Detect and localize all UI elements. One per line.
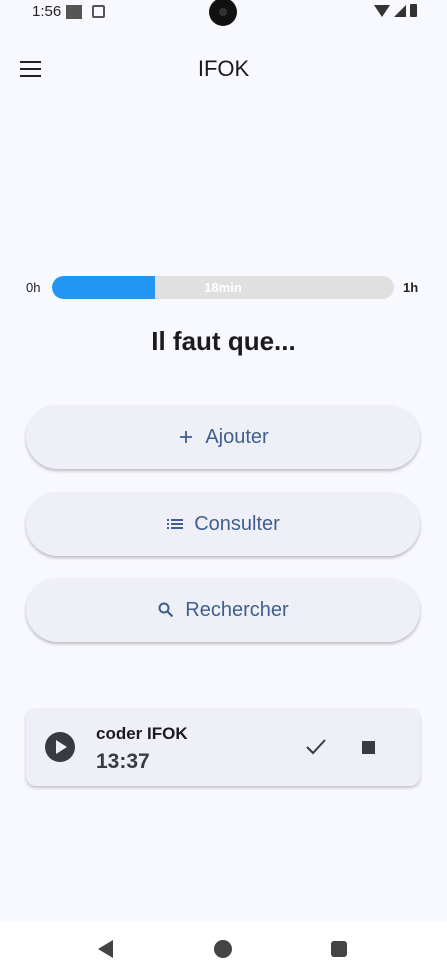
play-icon[interactable] — [45, 732, 75, 762]
status-bar: 1:56 — [0, 0, 447, 26]
wifi-icon — [374, 4, 390, 17]
search-icon — [157, 601, 175, 619]
add-button[interactable]: Ajouter — [26, 405, 420, 469]
add-button-label: Ajouter — [205, 425, 269, 448]
time-progress-bar: 18min — [52, 276, 394, 299]
page-heading: Il faut que... — [151, 326, 296, 356]
list-icon — [166, 515, 184, 533]
task-card: coder IFOK 13:37 — [26, 708, 420, 786]
back-icon[interactable] — [98, 940, 113, 958]
progress-end-label: 1h — [403, 280, 419, 295]
search-button-label: Rechercher — [185, 598, 289, 621]
status-time: 1:56 — [32, 3, 62, 20]
home-icon[interactable] — [214, 940, 232, 958]
camera-cutout — [209, 0, 237, 26]
progress-start-label: 0h — [26, 280, 41, 295]
notification-icon — [66, 5, 82, 19]
consult-button-label: Consulter — [194, 512, 280, 535]
search-button[interactable]: Rechercher — [26, 578, 420, 642]
status-icons — [374, 4, 417, 17]
plus-icon — [177, 428, 195, 446]
signal-icon — [394, 4, 406, 17]
battery-icon — [410, 4, 417, 17]
recents-icon[interactable] — [331, 941, 347, 957]
app-title: IFOK — [197, 56, 250, 81]
system-nav-bar — [0, 922, 447, 974]
progress-value-label: 18min — [204, 280, 242, 295]
task-name: coder IFOK — [96, 724, 188, 743]
consult-button[interactable]: Consulter — [26, 492, 420, 556]
task-time: 13:37 — [96, 750, 150, 773]
stop-icon[interactable] — [362, 741, 375, 754]
copy-notification-icon — [92, 5, 105, 18]
check-icon[interactable] — [305, 737, 327, 757]
